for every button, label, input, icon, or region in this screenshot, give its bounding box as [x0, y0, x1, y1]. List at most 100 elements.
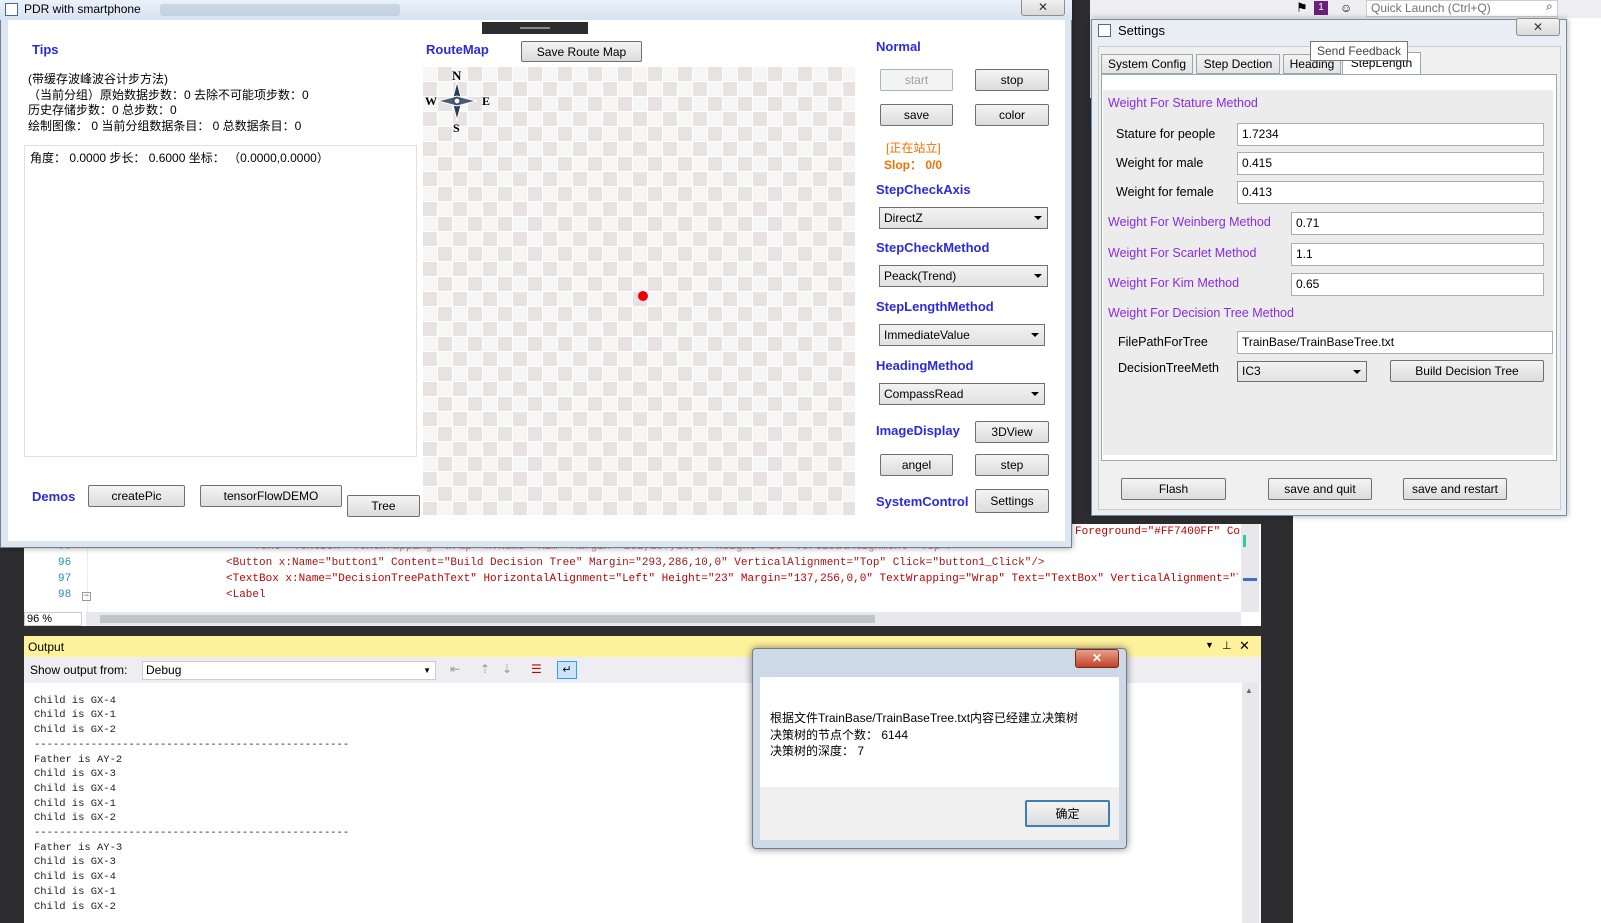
chevron-down-icon: [1034, 216, 1042, 220]
kim-input[interactable]: 0.65: [1291, 273, 1544, 296]
editor-scroll-marker: [1243, 535, 1246, 547]
step-check-axis-value: DirectZ: [884, 211, 923, 225]
stature-people-input[interactable]: 1.7234: [1237, 123, 1544, 146]
compass-west: W: [425, 94, 437, 108]
message-line: 根据文件TrainBase/TrainBaseTree.txt内容已经建立决策树: [770, 711, 1079, 725]
save-button[interactable]: save: [880, 104, 953, 126]
feedback-icon[interactable]: ☺: [1340, 0, 1356, 16]
message-close-button[interactable]: ✕: [1075, 649, 1119, 668]
stature-heading: Weight For Stature Method: [1108, 96, 1258, 110]
tips-line: 历史存储步数：0 总步数：0: [28, 103, 177, 117]
step-check-axis-select[interactable]: DirectZ: [879, 207, 1048, 229]
editor-foreground-fragment: Foreground="#FF7400FF" Co: [1075, 526, 1241, 538]
start-button[interactable]: start: [880, 69, 953, 91]
routemap-heading: RouteMap: [426, 42, 489, 57]
word-wrap-icon[interactable]: ↵: [557, 661, 577, 679]
hscroll-thumb[interactable]: [100, 615, 875, 623]
build-decision-tree-button[interactable]: Build Decision Tree: [1390, 360, 1544, 382]
pin-icon[interactable]: ⊥: [1222, 639, 1232, 652]
decision-tree-method-value: IC3: [1242, 364, 1261, 378]
color-button[interactable]: color: [975, 104, 1049, 126]
slop-text: Slop： 0/0: [884, 158, 943, 172]
filepath-input[interactable]: TrainBase/TrainBaseTree.txt: [1237, 331, 1553, 354]
decision-tree-method-select[interactable]: IC3: [1237, 361, 1367, 382]
output-line: Child is GX-2: [34, 724, 116, 737]
output-line: Child is GX-2: [34, 812, 116, 825]
ok-button[interactable]: 确定: [1025, 800, 1110, 827]
notification-count: 1: [1314, 1, 1328, 15]
output-source-value: Debug: [146, 663, 182, 677]
angel-button[interactable]: angel: [880, 454, 953, 476]
createpic-button[interactable]: createPic: [88, 485, 185, 507]
settings-title: Settings: [1118, 23, 1165, 38]
step-check-method-select[interactable]: Peack(Trend): [879, 265, 1048, 287]
scarlet-input[interactable]: 1.1: [1291, 243, 1544, 266]
message-line: 决策树的节点个数： 6144: [770, 728, 909, 742]
main-close-button[interactable]: ✕: [1021, 0, 1065, 16]
close-icon[interactable]: ✕: [1239, 638, 1250, 654]
collapse-icon[interactable]: −: [82, 592, 91, 601]
chevron-down-icon: [1031, 392, 1039, 396]
tensorflow-demo-button[interactable]: tensorFlowDEMO: [200, 485, 342, 507]
step-length-method-heading: StepLengthMethod: [876, 299, 994, 314]
status-text: [正在站立]: [886, 141, 941, 155]
editor-line-num: 97: [58, 573, 72, 585]
output-line: Child is GX-2: [34, 900, 116, 913]
editor-line: <Button x:Name="button1" Content="Build …: [226, 557, 1045, 569]
save-restart-button[interactable]: save and restart: [1403, 478, 1507, 500]
tab-step-dection[interactable]: Step Dection: [1196, 54, 1280, 74]
output-line: ----------------------------------------…: [34, 827, 350, 840]
normal-heading: Normal: [876, 39, 921, 54]
heading-method-value: CompassRead: [884, 387, 964, 401]
save-quit-button[interactable]: save and quit: [1268, 478, 1372, 500]
output-vscrollbar[interactable]: [1242, 683, 1259, 923]
step-check-method-heading: StepCheckMethod: [876, 240, 990, 255]
output-line: Child is GX-3: [34, 856, 116, 869]
weight-female-label: Weight for female: [1116, 185, 1214, 199]
log-text: 角度： 0.0000 步长： 0.6000 坐标： （0.0000,0.0000…: [30, 151, 329, 165]
dropdown-icon[interactable]: ▼: [1205, 640, 1214, 650]
weinberg-label: Weight For Weinberg Method: [1108, 215, 1271, 229]
next-message-icon[interactable]: ⇣: [502, 662, 512, 676]
output-line: Child is GX-1: [34, 885, 116, 898]
quick-launch-input[interactable]: Quick Launch (Ctrl+Q): [1366, 0, 1558, 17]
settings-close-button[interactable]: ✕: [1516, 18, 1560, 36]
step-button[interactable]: step: [975, 454, 1049, 476]
notification-flag-icon[interactable]: ⚑: [1296, 0, 1312, 16]
prev-message-icon[interactable]: ⇡: [480, 662, 490, 676]
weight-male-input[interactable]: 0.415: [1237, 152, 1544, 175]
search-icon[interactable]: ⌕: [1546, 0, 1553, 14]
show-output-label: Show output from:: [30, 663, 128, 677]
kim-label: Weight For Kim Method: [1108, 276, 1240, 290]
find-message-icon[interactable]: ⇤: [450, 662, 460, 676]
settings-button[interactable]: Settings: [975, 489, 1049, 513]
output-line: Child is GX-1: [34, 797, 116, 810]
zoom-level[interactable]: 96 %: [24, 612, 82, 626]
output-source-select[interactable]: Debug ▼: [142, 661, 436, 680]
weight-male-label: Weight for male: [1116, 156, 1204, 170]
chevron-down-icon: [1034, 274, 1042, 278]
heading-method-heading: HeadingMethod: [876, 358, 974, 373]
tips-heading: Tips: [32, 42, 59, 57]
step-length-method-select[interactable]: ImmediateValue: [879, 324, 1045, 346]
heading-method-select[interactable]: CompassRead: [879, 383, 1045, 405]
decision-tree-heading: Weight For Decision Tree Method: [1108, 306, 1294, 320]
weight-female-input[interactable]: 0.413: [1237, 181, 1544, 204]
stop-button[interactable]: stop: [975, 69, 1049, 91]
output-line: Child is GX-4: [34, 782, 116, 795]
tips-text: (带缓存波峰波谷计步方法) （当前分组）原始数据步数：0 去除不可能项步数：0 …: [28, 72, 309, 134]
3dview-button[interactable]: 3DView: [975, 421, 1049, 443]
tree-button[interactable]: Tree: [347, 495, 420, 517]
weinberg-input[interactable]: 0.71: [1291, 212, 1544, 235]
editor-line: <Label: [226, 589, 266, 601]
scroll-up-icon[interactable]: ▲: [1245, 686, 1253, 695]
editor-line-num: 98: [58, 589, 72, 601]
flash-button[interactable]: Flash: [1121, 478, 1226, 500]
save-route-map-button[interactable]: Save Route Map: [521, 41, 642, 62]
clear-all-icon[interactable]: ☰: [531, 662, 542, 676]
compass-north: N: [452, 68, 462, 83]
tab-system-config[interactable]: System Config: [1101, 54, 1193, 74]
editor-scroll-marker: [1243, 578, 1257, 581]
settings-app-icon: [1098, 24, 1111, 37]
log-textbox[interactable]: [24, 145, 417, 457]
